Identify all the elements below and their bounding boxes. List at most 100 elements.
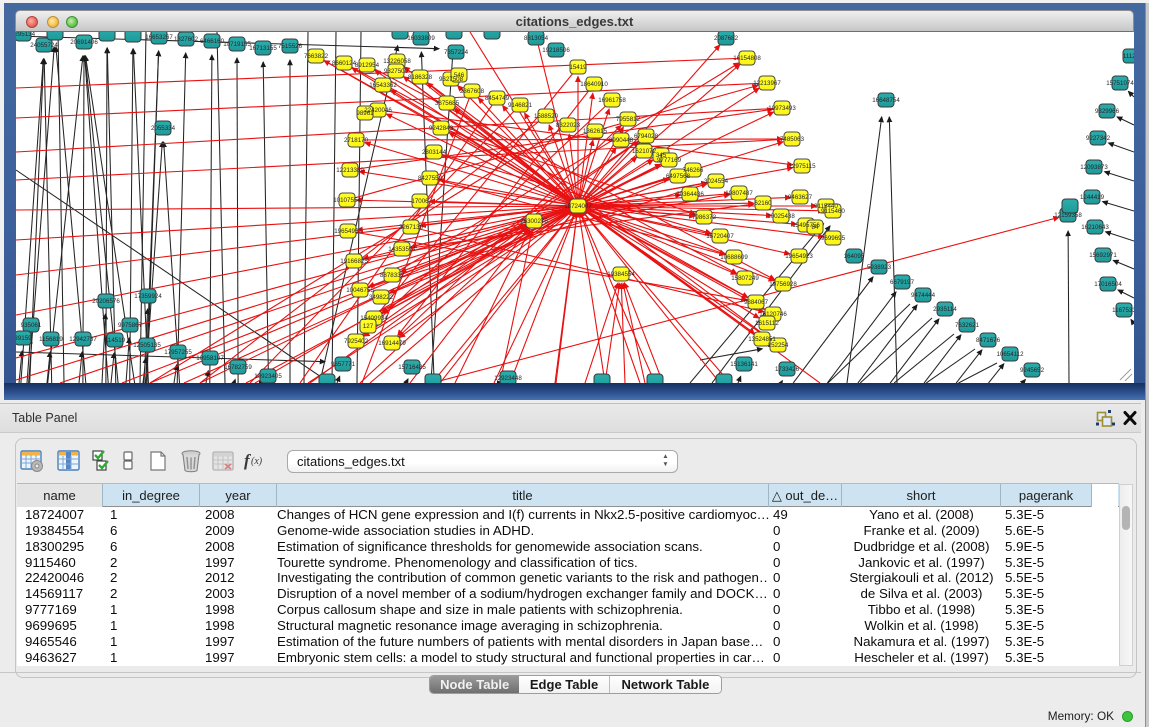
svg-text:10923405: 10923405 bbox=[254, 373, 282, 380]
svg-text:9474444: 9474444 bbox=[911, 292, 936, 299]
svg-text:6497568: 6497568 bbox=[666, 173, 691, 180]
svg-text:10654112: 10654112 bbox=[996, 351, 1024, 358]
svg-text:10025438: 10025438 bbox=[767, 213, 795, 220]
svg-text:17016504: 17016504 bbox=[1094, 281, 1122, 288]
svg-text:114519: 114519 bbox=[105, 337, 126, 344]
svg-text:17006: 17006 bbox=[411, 198, 429, 205]
svg-text:1621072: 1621072 bbox=[632, 148, 657, 155]
svg-text:9242843: 9242843 bbox=[429, 125, 454, 132]
svg-text:3875685: 3875685 bbox=[435, 100, 460, 107]
svg-text:15720407: 15720407 bbox=[706, 233, 734, 240]
svg-text:20364436: 20364436 bbox=[676, 191, 704, 198]
svg-text:546: 546 bbox=[454, 72, 465, 79]
svg-text:16782759: 16782759 bbox=[224, 364, 252, 371]
svg-text:7955812: 7955812 bbox=[616, 116, 641, 123]
svg-text:10719155: 10719155 bbox=[223, 41, 251, 48]
svg-text:15692971: 15692971 bbox=[1089, 252, 1117, 259]
svg-text:935061: 935061 bbox=[21, 322, 42, 329]
svg-text:1615112: 1615112 bbox=[755, 320, 779, 327]
svg-text:8186328: 8186328 bbox=[408, 74, 433, 81]
svg-text:1588520: 1588520 bbox=[534, 113, 559, 120]
svg-text:17359924: 17359924 bbox=[134, 293, 162, 300]
svg-text:9699695: 9699695 bbox=[821, 235, 846, 242]
svg-text:8912954: 8912954 bbox=[355, 62, 380, 69]
svg-text:6679197: 6679197 bbox=[890, 279, 915, 286]
svg-text:6466160: 6466160 bbox=[200, 38, 225, 45]
svg-text:13226058: 13226058 bbox=[383, 58, 411, 65]
svg-text:(x): (x) bbox=[251, 456, 263, 467]
svg-text:10958107: 10958107 bbox=[196, 355, 224, 362]
svg-text:8660124: 8660124 bbox=[332, 60, 357, 67]
svg-text:16713155: 16713155 bbox=[249, 45, 277, 52]
svg-text:16210643: 16210643 bbox=[1081, 224, 1109, 231]
svg-text:62160: 62160 bbox=[754, 200, 772, 207]
svg-text:7515526: 7515526 bbox=[278, 43, 303, 50]
svg-text:1244419: 1244419 bbox=[1080, 194, 1105, 201]
svg-text:9463627: 9463627 bbox=[788, 194, 813, 201]
svg-text:9975867: 9975867 bbox=[118, 322, 143, 329]
svg-text:10046755: 10046755 bbox=[346, 287, 374, 294]
svg-text:15136141: 15136141 bbox=[730, 361, 758, 368]
svg-text:18640910: 18640910 bbox=[580, 81, 608, 88]
svg-text:9884067: 9884067 bbox=[744, 299, 769, 306]
svg-text:19218506: 19218506 bbox=[542, 47, 570, 54]
svg-text:19654952: 19654952 bbox=[334, 228, 362, 235]
svg-text:16120746: 16120746 bbox=[759, 311, 787, 318]
svg-text:2718170: 2718170 bbox=[344, 137, 369, 144]
svg-text:8454749: 8454749 bbox=[485, 95, 510, 102]
svg-text:19756928: 19756928 bbox=[769, 281, 797, 288]
svg-text:15751074: 15751074 bbox=[1106, 80, 1134, 87]
svg-text:1733426: 1733426 bbox=[775, 366, 800, 373]
svg-text:1167533: 1167533 bbox=[1112, 307, 1134, 314]
svg-text:9115460: 9115460 bbox=[821, 208, 845, 215]
svg-text:7986372: 7986372 bbox=[692, 214, 717, 221]
svg-text:84: 84 bbox=[812, 224, 819, 231]
svg-text:12505135: 12505135 bbox=[133, 342, 161, 349]
svg-text:7632621: 7632621 bbox=[955, 322, 980, 329]
svg-text:5938923: 5938923 bbox=[867, 264, 892, 271]
svg-text:12942737: 12942737 bbox=[69, 336, 97, 343]
svg-text:2803144: 2803144 bbox=[422, 149, 447, 156]
svg-text:9146821: 9146821 bbox=[508, 102, 533, 109]
svg-text:7663822: 7663822 bbox=[304, 53, 329, 60]
svg-text:19166825: 19166825 bbox=[340, 258, 368, 265]
svg-text:2295134: 2295134 bbox=[16, 32, 36, 38]
svg-text:18724007: 18724007 bbox=[564, 203, 592, 210]
svg-text:1327602: 1327602 bbox=[174, 36, 199, 43]
svg-text:16961758: 16961758 bbox=[598, 97, 626, 104]
svg-text:24055724: 24055724 bbox=[30, 42, 58, 49]
svg-text:3498222: 3498222 bbox=[369, 294, 394, 301]
svg-text:1362615: 1362615 bbox=[583, 128, 608, 135]
svg-text:8427552: 8427552 bbox=[418, 175, 443, 182]
svg-text:16914479: 16914479 bbox=[378, 340, 406, 347]
svg-text:10807487: 10807487 bbox=[725, 190, 753, 197]
svg-text:9777169: 9777169 bbox=[657, 157, 682, 164]
svg-text:12093873: 12093873 bbox=[1080, 164, 1108, 171]
svg-text:9329966: 9329966 bbox=[1095, 108, 1120, 115]
svg-text:14353594: 14353594 bbox=[388, 246, 416, 253]
svg-text:19384554: 19384554 bbox=[607, 271, 635, 278]
svg-text:7357224: 7357224 bbox=[444, 49, 469, 56]
svg-text:2055334: 2055334 bbox=[151, 125, 176, 132]
svg-text:12159358: 12159358 bbox=[1054, 212, 1082, 219]
svg-text:10107554: 10107554 bbox=[333, 197, 361, 204]
svg-text:39159: 39159 bbox=[16, 335, 32, 342]
svg-text:9245652: 9245652 bbox=[1020, 367, 1045, 374]
svg-text:8471676: 8471676 bbox=[976, 337, 1001, 344]
svg-text:3267130: 3267130 bbox=[399, 224, 424, 231]
svg-text:164095: 164095 bbox=[844, 253, 865, 260]
svg-text:9327500: 9327500 bbox=[384, 68, 409, 75]
svg-text:15409934: 15409934 bbox=[360, 315, 388, 322]
svg-text:19654923: 19654923 bbox=[785, 253, 813, 260]
svg-text:11123: 11123 bbox=[1123, 53, 1134, 60]
svg-text:2087682: 2087682 bbox=[714, 35, 739, 42]
svg-text:252254: 252254 bbox=[768, 342, 789, 349]
svg-text:10973493: 10973493 bbox=[768, 105, 796, 112]
svg-text:8990448: 8990448 bbox=[609, 137, 634, 144]
svg-text:98961: 98961 bbox=[356, 110, 374, 117]
svg-text:8813054: 8813054 bbox=[524, 35, 549, 42]
svg-text:8322023: 8322023 bbox=[556, 122, 581, 129]
svg-text:16648754: 16648754 bbox=[872, 97, 900, 104]
svg-text:12213967: 12213967 bbox=[753, 80, 781, 87]
svg-text:7925402: 7925402 bbox=[344, 338, 369, 345]
